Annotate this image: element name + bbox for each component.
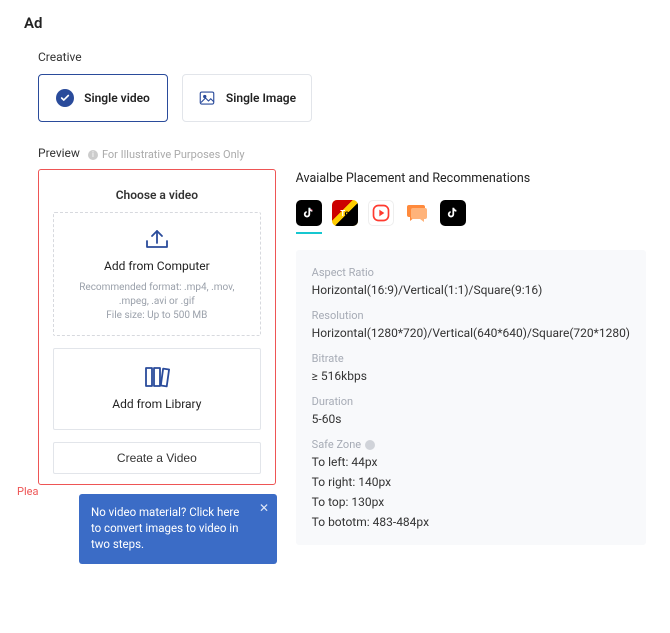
app-icon-buzzvideo[interactable]: To [332, 200, 358, 226]
close-icon[interactable]: ✕ [259, 500, 269, 517]
error-text: Plea [17, 485, 38, 498]
image-icon [198, 89, 216, 107]
placement-underline [296, 232, 322, 234]
add-from-computer-hint2: File size: Up to 500 MB [64, 309, 250, 323]
tooltip-text: No video material? Click here to convert… [91, 505, 239, 551]
preview-panel: Choose a video Add from Computer Recomme… [38, 169, 276, 485]
aspect-ratio-value: Horizontal(16:9)/Vertical(1:1)/Square(9:… [312, 283, 630, 297]
resolution-label: Resolution [312, 309, 630, 322]
add-from-computer-hint1: Recommended format: .mp4, .mov, .mpeg, .… [64, 281, 250, 309]
single-image-label: Single Image [226, 91, 296, 105]
placements-column: Avaialbe Placement and Recommenations To… [296, 169, 646, 545]
check-icon [56, 89, 74, 107]
preview-note-text: For Illustrative Purposes Only [102, 148, 245, 161]
app-icon-topbuzz[interactable] [440, 200, 466, 226]
safezone-label: Safe Zone [312, 438, 630, 451]
add-from-library[interactable]: Add from Library [53, 348, 261, 430]
duration-value: 5-60s [312, 412, 630, 426]
info-icon: i [88, 150, 98, 160]
resolution-value: Horizontal(1280*720)/Vertical(640*640)/S… [312, 326, 630, 340]
add-from-library-label: Add from Library [64, 397, 250, 411]
safezone-left: To left: 44px [312, 455, 630, 469]
app-icon-tiktok[interactable] [296, 200, 322, 226]
page-title: Ad [24, 14, 646, 32]
preview-note: i For Illustrative Purposes Only [88, 148, 245, 161]
library-icon [64, 365, 250, 389]
placement-apps: To [296, 200, 646, 226]
single-image-option[interactable]: Single Image [182, 74, 312, 122]
safezone-top: To top: 130px [312, 495, 630, 509]
preview-label: Preview [38, 146, 80, 160]
preview-header: Preview i For Illustrative Purposes Only [38, 146, 646, 161]
upload-icon [64, 227, 250, 251]
spec-box: Aspect Ratio Horizontal(16:9)/Vertical(1… [296, 250, 646, 545]
add-from-computer[interactable]: Add from Computer Recommended format: .m… [53, 212, 261, 336]
creative-label: Creative [38, 50, 646, 64]
bitrate-label: Bitrate [312, 352, 630, 365]
safezone-bottom: To bototm: 483-484px [312, 515, 630, 529]
create-video-button[interactable]: Create a Video [53, 442, 261, 474]
safezone-label-text: Safe Zone [312, 438, 361, 451]
single-video-label: Single video [84, 91, 150, 105]
duration-label: Duration [312, 395, 630, 408]
preview-panel-title: Choose a video [53, 188, 261, 202]
add-from-computer-label: Add from Computer [64, 259, 250, 273]
aspect-ratio-label: Aspect Ratio [312, 266, 630, 279]
single-video-option[interactable]: Single video [38, 74, 168, 122]
safezone-right: To right: 140px [312, 475, 630, 489]
placements-title: Avaialbe Placement and Recommenations [296, 171, 646, 186]
app-icon-vigo[interactable] [368, 200, 394, 226]
tooltip-convert-images: No video material? Click here to convert… [79, 494, 277, 564]
help-icon[interactable] [365, 440, 375, 450]
app-icon-chat[interactable] [404, 200, 430, 226]
creative-options: Single video Single Image [38, 74, 646, 122]
bitrate-value: ≥ 516kbps [312, 369, 630, 383]
